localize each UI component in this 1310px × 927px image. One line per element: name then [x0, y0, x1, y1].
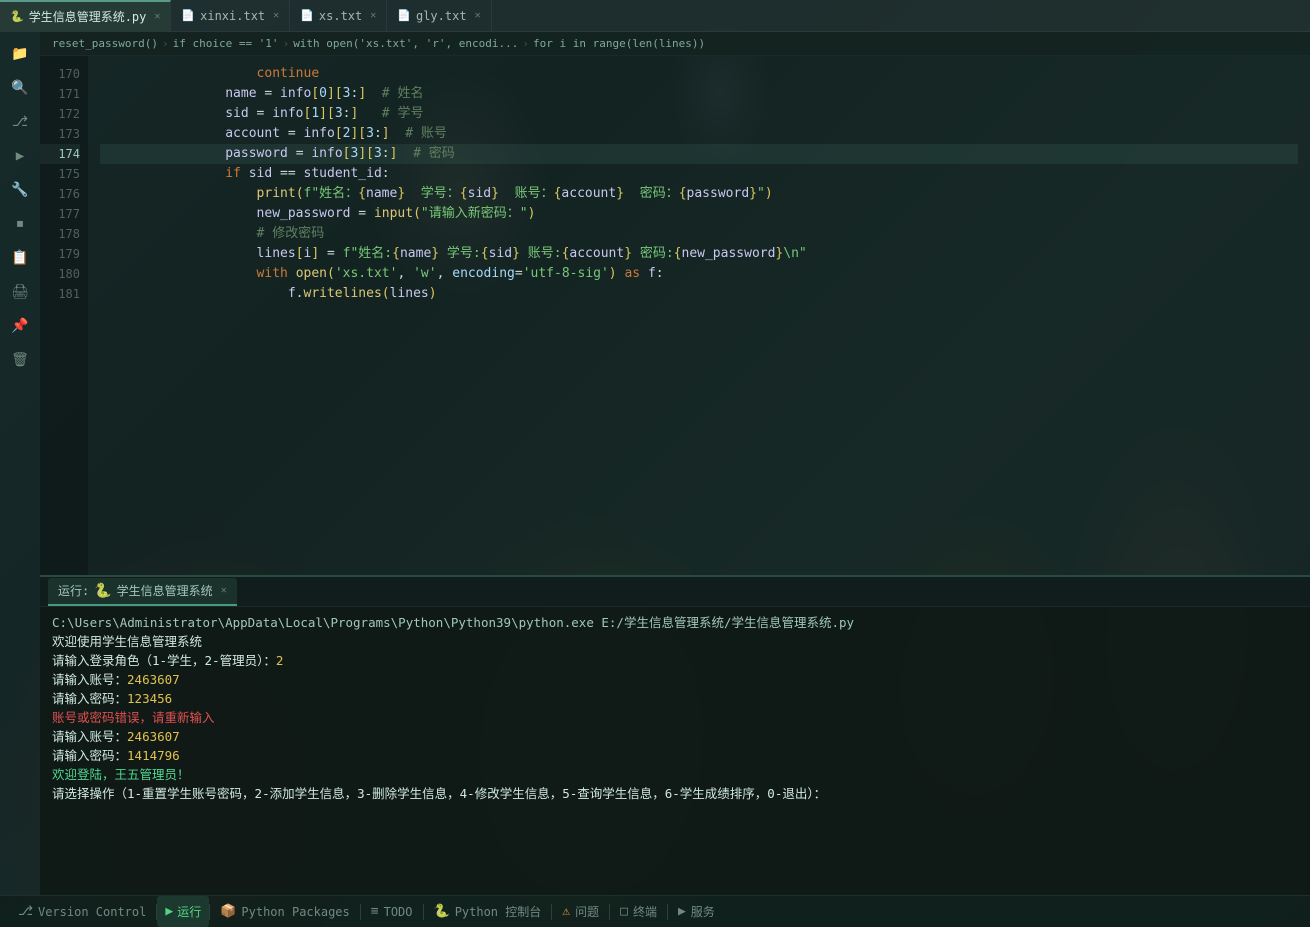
tab-close-xinxi[interactable]: ✕	[273, 10, 279, 21]
vcs-icon: ⎇	[18, 904, 33, 919]
tab-close-xs[interactable]: ✕	[370, 10, 376, 21]
terminal-line-password1: 请输入密码：123456	[52, 689, 1298, 708]
line-numbers: 170 171 172 173 174 175 176 177 178 179 …	[40, 56, 88, 575]
terminal-line-login-success: 欢迎登陆，王五管理员！	[52, 765, 1298, 784]
folder-icon[interactable]: 📁	[6, 40, 34, 68]
code-line-172: sid = info[1][3:] # 学号	[100, 104, 1298, 124]
status-run[interactable]: ▶ 运行	[157, 896, 209, 927]
terminal-line-menu: 请选择操作（1-重置学生账号密码，2-添加学生信息，3-删除学生信息，4-修改学…	[52, 784, 1298, 803]
xs-file-icon: 📄	[300, 9, 314, 22]
terminal-python-icon: 🐍	[94, 583, 111, 599]
terminal-line-account1: 请输入账号：2463607	[52, 670, 1298, 689]
ide-window: 🐍 学生信息管理系统.py ✕ 📄 xinxi.txt ✕ 📄 xs.txt ✕…	[0, 0, 1310, 927]
code-area[interactable]: 170 171 172 173 174 175 176 177 178 179 …	[40, 56, 1310, 575]
code-line-171: name = info[0][3:] # 姓名	[100, 84, 1298, 104]
breadcrumb-with-open[interactable]: with open('xs.txt', 'r', encodi...	[293, 37, 518, 50]
breadcrumb-bar: reset_password() › if choice == '1' › wi…	[40, 32, 1310, 56]
services-label: 服务	[691, 903, 715, 920]
tab-xs[interactable]: 📄 xs.txt ✕	[290, 0, 387, 31]
sidebar-icons: 📁 🔍 ⎇ ▶ 🔧 ⏹ 📋 🖨 📌 🗑	[0, 32, 40, 895]
terminal-line-password2: 请输入密码：1414796	[52, 746, 1298, 765]
status-python-console[interactable]: 🐍 Python 控制台	[424, 896, 552, 927]
search-icon[interactable]: 🔍	[6, 74, 34, 102]
code-line-174: password = info[3][3:] # 密码	[100, 144, 1298, 164]
code-line-180: with open('xs.txt', 'w', encoding='utf-8…	[100, 264, 1298, 284]
tab-python-file[interactable]: 🐍 学生信息管理系统.py ✕	[0, 0, 171, 31]
vcs-label: Version Control	[38, 905, 146, 919]
problems-icon: ⚠	[562, 904, 570, 919]
breadcrumb-reset-password[interactable]: reset_password()	[52, 37, 158, 50]
services-icon: ▶	[678, 904, 686, 919]
status-services[interactable]: ▶ 服务	[668, 896, 725, 927]
breadcrumb-for-loop[interactable]: for i in range(len(lines))	[533, 37, 705, 50]
delete-icon[interactable]: 🗑	[6, 346, 34, 374]
code-line-178: # 修改密码	[100, 224, 1298, 244]
code-line-179: lines[i] = f"姓名:{name} 学号:{sid} 账号:{acco…	[100, 244, 1298, 264]
code-line-177: new_password = input("请输入新密码：")	[100, 204, 1298, 224]
tab-close-gly[interactable]: ✕	[475, 10, 481, 21]
code-line-181: f.writelines(lines)	[100, 284, 1298, 304]
code-line-170: continue	[100, 64, 1298, 84]
terminal-content[interactable]: C:\Users\Administrator\AppData\Local\Pro…	[40, 607, 1310, 895]
tab-close-python[interactable]: ✕	[154, 11, 160, 22]
status-bar: ⎇ Version Control ▶ 运行 📦 Python Packages…	[0, 895, 1310, 927]
status-python-packages[interactable]: 📦 Python Packages	[210, 896, 360, 927]
terminal-label: 终端	[633, 903, 657, 920]
wrench-icon[interactable]: 🔧	[6, 176, 34, 204]
stack-icon[interactable]: 📋	[6, 244, 34, 272]
python-file-icon: 🐍	[10, 10, 24, 23]
console-label: Python 控制台	[455, 903, 542, 920]
status-terminal[interactable]: □ 终端	[610, 896, 667, 927]
todo-icon: ≡	[371, 904, 379, 919]
code-line-175: if sid == student_id:	[100, 164, 1298, 184]
tab-xs-label: xs.txt	[319, 9, 362, 23]
code-line-173: account = info[2][3:] # 账号	[100, 124, 1298, 144]
terminal-run-name: 学生信息管理系统	[117, 582, 213, 599]
breadcrumb-sep-2: ›	[283, 37, 290, 50]
terminal-line-role-prompt: 请输入登录角色（1-学生，2-管理员）：2	[52, 651, 1298, 670]
todo-label: TODO	[384, 905, 413, 919]
git-branch-icon[interactable]: ⎇	[6, 108, 34, 136]
pin-icon[interactable]: 📌	[6, 312, 34, 340]
terminal-tab-run[interactable]: 运行: 🐍 学生信息管理系统 ✕	[48, 578, 237, 606]
stop-icon[interactable]: ⏹	[6, 210, 34, 238]
main-area: 📁 🔍 ⎇ ▶ 🔧 ⏹ 📋 🖨 📌 🗑 reset_password() › i…	[0, 32, 1310, 895]
breadcrumb-sep-1: ›	[162, 37, 169, 50]
terminal-line-path: C:\Users\Administrator\AppData\Local\Pro…	[52, 613, 1298, 632]
packages-icon: 📦	[220, 904, 236, 919]
xinxi-file-icon: 📄	[181, 9, 195, 22]
status-problems[interactable]: ⚠ 问题	[552, 896, 609, 927]
run-label: 运行	[177, 903, 201, 920]
terminal-tab-close[interactable]: ✕	[221, 585, 227, 596]
code-content[interactable]: continue name = info[0][3:] # 姓名 sid = i…	[88, 56, 1310, 575]
breadcrumb-sep-3: ›	[522, 37, 529, 50]
tabs-bar: 🐍 学生信息管理系统.py ✕ 📄 xinxi.txt ✕ 📄 xs.txt ✕…	[0, 0, 1310, 32]
terminal-line-welcome: 欢迎使用学生信息管理系统	[52, 632, 1298, 651]
terminal-panel: 运行: 🐍 学生信息管理系统 ✕ C:\Users\Administrator\…	[40, 575, 1310, 895]
tab-label: 学生信息管理系统.py	[29, 8, 147, 25]
run-debug-icon[interactable]: ▶	[6, 142, 34, 170]
status-todo[interactable]: ≡ TODO	[361, 896, 423, 927]
terminal-line-account2: 请输入账号：2463607	[52, 727, 1298, 746]
problems-label: 问题	[575, 903, 599, 920]
terminal-run-label: 运行:	[58, 582, 89, 599]
terminal-icon: □	[620, 904, 628, 919]
console-icon: 🐍	[434, 904, 450, 919]
tab-xinxi[interactable]: 📄 xinxi.txt ✕	[171, 0, 290, 31]
print-icon[interactable]: 🖨	[6, 278, 34, 306]
breadcrumb-if-choice[interactable]: if choice == '1'	[173, 37, 279, 50]
code-panel: reset_password() › if choice == '1' › wi…	[40, 32, 1310, 895]
code-line-176: print(f"姓名：{name} 学号：{sid} 账号：{account} …	[100, 184, 1298, 204]
gly-file-icon: 📄	[397, 9, 411, 22]
tab-gly[interactable]: 📄 gly.txt ✕	[387, 0, 491, 31]
tab-gly-label: gly.txt	[416, 9, 467, 23]
terminal-tabs: 运行: 🐍 学生信息管理系统 ✕	[40, 577, 1310, 607]
status-version-control[interactable]: ⎇ Version Control	[8, 896, 156, 927]
terminal-line-error: 账号或密码错误，请重新输入	[52, 708, 1298, 727]
tab-xinxi-label: xinxi.txt	[200, 9, 265, 23]
packages-label: Python Packages	[241, 905, 349, 919]
run-icon: ▶	[165, 904, 173, 919]
